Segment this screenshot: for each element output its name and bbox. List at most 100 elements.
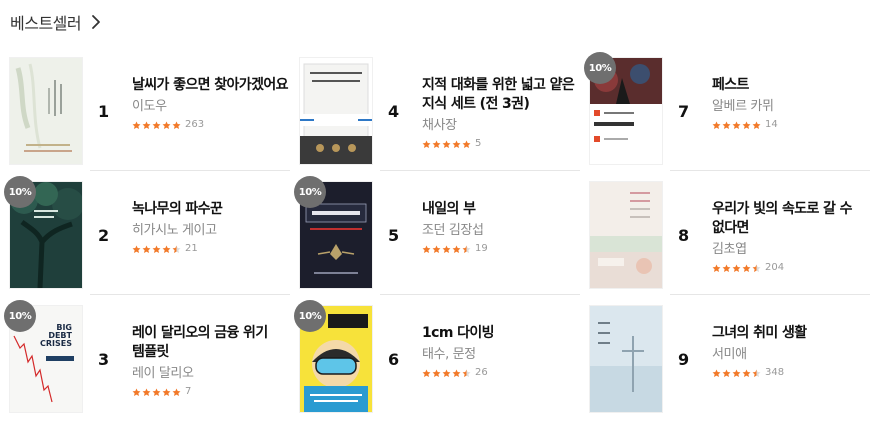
book-info: 페스트 알베르 카뮈 14 (712, 76, 870, 132)
star-icon (732, 264, 741, 272)
star-rating-icons (422, 369, 472, 378)
star-icon (162, 121, 171, 129)
book-title[interactable]: 그녀의 취미 생활 (712, 324, 870, 343)
svg-text:CRISES: CRISES (40, 339, 72, 348)
star-icon (752, 264, 761, 272)
book-cover[interactable] (10, 58, 82, 164)
star-icon (442, 245, 451, 253)
book-rating: 348 (712, 366, 870, 380)
star-icon (722, 121, 731, 129)
book-author: 이도우 (132, 99, 167, 114)
book-info: 우리가 빛의 속도로 갈 수 없다면 김초엽 204 (712, 200, 870, 275)
star-rating-icons (712, 121, 762, 130)
star-icon (142, 245, 151, 253)
star-icon (132, 388, 141, 396)
book-cover[interactable] (590, 182, 662, 288)
rating-count: 204 (765, 262, 785, 273)
book-author: 조던 김장섭 (422, 223, 484, 238)
book-title[interactable]: 지적 대화를 위한 넓고 얕은 지식 세트 (전 3권) (422, 76, 580, 114)
book-title[interactable]: 내일의 부 (422, 200, 580, 219)
book-rating: 19 (422, 242, 580, 256)
star-icon (452, 245, 461, 253)
rating-count: 348 (765, 367, 785, 378)
star-icon (712, 121, 721, 129)
star-rating-icons (422, 140, 472, 149)
book-title[interactable]: 1cm 다이빙 (422, 324, 580, 343)
rating-count: 21 (185, 243, 198, 254)
book-info: 그녀의 취미 생활 서미애 348 (712, 324, 870, 380)
discount-badge: 10% (294, 300, 326, 332)
rank-number: 9 (678, 350, 690, 369)
book-cover[interactable] (300, 58, 372, 164)
discount-badge: 10% (294, 176, 326, 208)
book-author: 알베르 카뮈 (712, 99, 774, 114)
book-cover[interactable] (590, 306, 662, 412)
star-icon (752, 369, 761, 377)
book-item[interactable]: 4 지적 대화를 위한 넓고 얕은 지식 세트 (전 3권) 채사장 5 (300, 52, 580, 171)
book-author: 히가시노 게이고 (132, 223, 217, 238)
rating-count: 7 (185, 386, 192, 397)
book-author: 레이 달리오 (132, 366, 194, 381)
star-rating-icons (132, 121, 182, 130)
book-rating: 26 (422, 366, 580, 380)
bestseller-grid: 1 날씨가 좋으면 찾아가겠어요 이도우 263 10% 2 녹나무의 파수꾼 … (4, 52, 876, 416)
star-icon (722, 264, 731, 272)
section-title: 베스트셀러 (10, 14, 82, 33)
book-author: 채사장 (422, 118, 457, 133)
book-item[interactable]: 10% 5 내일의 부 조던 김장섭 19 (294, 176, 580, 295)
star-icon (432, 245, 441, 253)
star-icon (172, 388, 181, 396)
book-info: 녹나무의 파수꾼 히가시노 게이고 21 (132, 200, 290, 256)
cover-art-image (300, 58, 372, 164)
rank-number: 6 (388, 350, 400, 369)
book-item[interactable]: 10% 2 녹나무의 파수꾼 히가시노 게이고 21 (4, 176, 290, 295)
book-item[interactable]: 10% 6 1cm 다이빙 태수, 문정 26 (294, 300, 580, 412)
book-info: 지적 대화를 위한 넓고 얕은 지식 세트 (전 3권) 채사장 5 (422, 76, 580, 151)
chevron-right-icon (92, 15, 101, 29)
book-rating: 14 (712, 118, 870, 132)
rank-number: 3 (98, 350, 110, 369)
star-icon (732, 369, 741, 377)
book-item[interactable]: 9 그녀의 취미 생활 서미애 348 (590, 300, 870, 412)
cover-art-image (590, 182, 662, 288)
star-icon (462, 140, 471, 148)
book-author: 김초엽 (712, 242, 747, 257)
rating-count: 14 (765, 119, 778, 130)
rank-number: 7 (678, 102, 690, 121)
book-item[interactable]: 1 날씨가 좋으면 찾아가겠어요 이도우 263 (10, 52, 290, 171)
rating-count: 5 (475, 138, 482, 149)
star-icon (152, 121, 161, 129)
star-icon (162, 388, 171, 396)
star-icon (732, 121, 741, 129)
book-title[interactable]: 레이 달리오의 금융 위기 템플릿 (132, 324, 290, 362)
book-title[interactable]: 날씨가 좋으면 찾아가겠어요 (132, 76, 290, 95)
book-title[interactable]: 우리가 빛의 속도로 갈 수 없다면 (712, 200, 870, 238)
book-item[interactable]: BIG DEBT CRISES 10% 3 레이 달리오의 금융 위기 템플릿 … (4, 300, 290, 412)
book-rating: 21 (132, 242, 290, 256)
star-icon (742, 121, 751, 129)
book-title[interactable]: 페스트 (712, 76, 870, 95)
book-info: 레이 달리오의 금융 위기 템플릿 레이 달리오 7 (132, 324, 290, 399)
star-icon (152, 245, 161, 253)
book-rating: 204 (712, 261, 870, 275)
star-icon (142, 388, 151, 396)
star-icon (712, 369, 721, 377)
rating-count: 26 (475, 367, 488, 378)
star-rating-icons (132, 245, 182, 254)
rank-number: 1 (98, 102, 110, 121)
book-author: 태수, 문정 (422, 347, 476, 362)
bestseller-column: 1 날씨가 좋으면 찾아가겠어요 이도우 263 10% 2 녹나무의 파수꾼 … (4, 52, 290, 416)
book-title[interactable]: 녹나무의 파수꾼 (132, 200, 290, 219)
book-info: 1cm 다이빙 태수, 문정 26 (422, 324, 580, 380)
star-icon (722, 369, 731, 377)
book-rating: 7 (132, 385, 290, 399)
book-rating: 5 (422, 137, 580, 151)
book-item[interactable]: 8 우리가 빛의 속도로 갈 수 없다면 김초엽 204 (590, 176, 870, 295)
book-rating: 263 (132, 118, 290, 132)
book-author: 서미애 (712, 347, 747, 362)
star-icon (132, 121, 141, 129)
star-icon (452, 369, 461, 377)
cover-art-image (10, 58, 82, 164)
book-item[interactable]: 10% 7 페스트 알베르 카뮈 14 (584, 52, 870, 171)
section-header[interactable]: 베스트셀러 (10, 8, 107, 36)
